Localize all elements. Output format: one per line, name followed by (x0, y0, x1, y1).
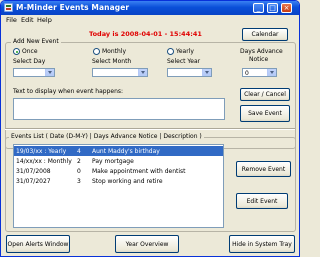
radio-once-label: Once (22, 48, 38, 55)
year-overview-button[interactable]: Year Overview (115, 235, 179, 253)
menu-help[interactable]: Help (37, 16, 52, 24)
today-datetime: Today is 2008-04-01 - 15:44:41 (89, 30, 202, 38)
app-icon (4, 3, 13, 12)
window-title: M-Minder Events Manager (16, 3, 130, 12)
radio-monthly[interactable] (93, 48, 100, 55)
event-notice: 0 (77, 168, 81, 175)
chevron-down-icon[interactable] (45, 69, 54, 76)
select-day-label: Select Day (13, 58, 46, 65)
main-window: M-Minder Events Manager _ □ × File Edit … (0, 0, 300, 257)
chevron-down-icon[interactable] (202, 69, 211, 76)
minimize-button[interactable]: _ (253, 3, 264, 13)
menu-bar: File Edit Help (1, 15, 299, 25)
close-button[interactable]: × (281, 3, 292, 13)
radio-once[interactable] (13, 48, 20, 55)
list-item[interactable]: 19/03/xx : Yearly 4 Aunt Maddy's birthda… (14, 146, 223, 156)
maximize-button[interactable]: □ (267, 3, 278, 13)
events-list[interactable]: 19/03/xx : Yearly 4 Aunt Maddy's birthda… (13, 144, 224, 228)
days-advance-value: 0 (245, 70, 249, 77)
event-text-input[interactable] (13, 98, 225, 120)
year-select[interactable] (167, 68, 212, 77)
title-bar[interactable]: M-Minder Events Manager _ □ × (1, 1, 299, 15)
edit-event-button[interactable]: Edit Event (236, 193, 288, 209)
add-event-group-label: Add New Event (11, 38, 61, 45)
event-description: Stop working and retire (92, 178, 163, 185)
event-date: 31/07/2008 (16, 168, 51, 175)
radio-yearly[interactable] (167, 48, 174, 55)
event-text-label: Text to display when event happens: (13, 88, 124, 95)
list-item[interactable]: 14/xx/xx : Monthly 2 Pay mortgage (14, 156, 223, 166)
remove-event-button[interactable]: Remove Event (236, 161, 291, 177)
radio-yearly-label: Yearly (176, 48, 194, 55)
select-year-label: Select Year (167, 58, 201, 65)
menu-file[interactable]: File (6, 16, 17, 24)
month-select[interactable] (92, 68, 148, 77)
event-description: Aunt Maddy's birthday (92, 148, 160, 155)
event-notice: 4 (77, 148, 81, 155)
days-advance-label-1: Days Advance (240, 48, 283, 55)
divider (5, 128, 295, 130)
event-date: 19/03/xx : Yearly (16, 148, 67, 155)
event-description: Pay mortgage (92, 158, 134, 165)
chevron-down-icon[interactable] (138, 69, 147, 76)
save-event-button[interactable]: Save Event (240, 105, 290, 122)
menu-edit[interactable]: Edit (21, 16, 34, 24)
calendar-button[interactable]: Calendar (242, 28, 288, 41)
clear-cancel-button[interactable]: Clear / Cancel (240, 88, 290, 101)
chevron-down-icon[interactable] (267, 69, 276, 76)
days-advance-select[interactable]: 0 (242, 68, 277, 77)
list-item[interactable]: 31/07/2027 3 Stop working and retire (14, 176, 223, 186)
day-select[interactable] (13, 68, 55, 77)
event-date: 31/07/2027 (16, 178, 51, 185)
list-item[interactable]: 31/07/2008 0 Make appointment with denti… (14, 166, 223, 176)
days-advance-label-2: Notice (249, 56, 269, 63)
event-notice: 2 (77, 158, 81, 165)
event-date: 14/xx/xx : Monthly (16, 158, 72, 165)
hide-in-system-tray-button[interactable]: Hide in System Tray (229, 235, 295, 253)
open-alerts-window-button[interactable]: Open Alerts Window (6, 235, 70, 253)
radio-monthly-label: Monthly (102, 48, 127, 55)
event-description: Make appointment with dentist (92, 168, 186, 175)
event-notice: 3 (77, 178, 81, 185)
events-list-group-label: Events List ( Date (D-M-Y) | Days Advanc… (9, 133, 204, 140)
select-month-label: Select Month (92, 58, 132, 65)
